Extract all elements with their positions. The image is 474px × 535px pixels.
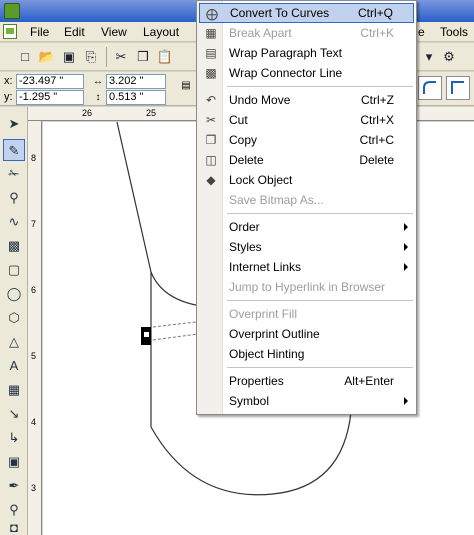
menu-jump-to-hyperlink[interactable]: Jump to Hyperlink in Browser: [199, 277, 414, 297]
submenu-arrow-icon: [404, 397, 408, 405]
menu-layout[interactable]: Layout: [143, 25, 179, 39]
crop-tool-icon[interactable]: ✁: [3, 163, 25, 185]
y-label: y:: [4, 91, 13, 103]
menu-object-hinting[interactable]: Object Hinting: [199, 344, 414, 364]
menu-internet-links[interactable]: Internet Links: [199, 257, 414, 277]
submenu-arrow-icon: [404, 263, 408, 271]
zoom-tool-icon[interactable]: ⚲: [3, 187, 25, 209]
menu-copy[interactable]: ❐ Copy Ctrl+C: [199, 130, 414, 150]
connector-tool-icon[interactable]: ↳: [3, 427, 25, 449]
ruler-v-number: 7: [31, 219, 37, 229]
document-icon[interactable]: [3, 24, 17, 39]
menu-view[interactable]: View: [101, 25, 127, 39]
vertical-ruler[interactable]: 8 7 6 5 4 3: [28, 121, 42, 535]
polygon-tool-icon[interactable]: ⬡: [3, 307, 25, 329]
options-icon[interactable]: ⚙: [440, 48, 458, 66]
menu-symbol[interactable]: Symbol: [199, 391, 414, 411]
menu-partial[interactable]: e: [418, 25, 425, 39]
menu-styles[interactable]: Styles: [199, 237, 414, 257]
menu-separator: [227, 213, 413, 214]
cut-icon[interactable]: ✂: [112, 48, 130, 66]
menu-convert-to-curves[interactable]: ⨁ Convert To Curves Ctrl+Q: [199, 3, 414, 23]
menu-separator: [227, 300, 413, 301]
corner-sharp-icon: [451, 81, 464, 94]
menu-order[interactable]: Order: [199, 217, 414, 237]
ruler-v-number: 8: [31, 153, 37, 163]
menu-tools[interactable]: Tools: [440, 25, 468, 39]
copy-icon[interactable]: ❐: [134, 48, 152, 66]
zoom-dropdown-icon[interactable]: ▾: [420, 48, 438, 66]
dimension-tool-icon[interactable]: ↘: [3, 403, 25, 425]
vector-shape-outline: [116, 121, 209, 308]
blend-tool-icon[interactable]: ▣: [3, 451, 25, 473]
table-tool-icon[interactable]: ▦: [3, 379, 25, 401]
break-apart-icon: ▦: [205, 26, 217, 40]
height-icon: ↕: [95, 92, 101, 103]
ruler-v-number: 6: [31, 285, 37, 295]
ruler-h-number: 26: [82, 108, 93, 118]
new-document-icon[interactable]: □: [16, 48, 34, 66]
trash-icon: ◫: [205, 153, 217, 167]
menu-delete[interactable]: ◫ Delete Delete: [199, 150, 414, 170]
toolbox: ➤ ✎ ✁ ⚲ ∿ ▩ ▢ ◯ ⬡ △ A ▦ ↘ ↳ ▣ ✒ ⚲ ◘: [0, 107, 28, 535]
copy-icon: ❐: [205, 133, 217, 147]
lock-ratio-icon[interactable]: ▤: [180, 80, 192, 92]
menu-cut[interactable]: ✂ Cut Ctrl+X: [199, 110, 414, 130]
wrap-text-icon: ▤: [205, 46, 217, 60]
menu-separator: [227, 367, 413, 368]
height-input[interactable]: 0.513 ": [106, 90, 166, 105]
submenu-arrow-icon: [404, 223, 408, 231]
app-logo-icon: [4, 3, 20, 19]
convert-curves-icon: ⨁: [206, 7, 218, 21]
menu-edit[interactable]: Edit: [64, 25, 85, 39]
corner-round-button[interactable]: [418, 76, 442, 100]
width-input[interactable]: 3.202 ": [106, 74, 166, 89]
text-tool-icon[interactable]: A: [3, 355, 25, 377]
open-folder-icon[interactable]: 📂: [38, 48, 56, 66]
lock-icon: ◆: [206, 173, 216, 187]
menu-file[interactable]: File: [30, 25, 49, 39]
menu-properties[interactable]: Properties Alt+Enter: [199, 371, 414, 391]
corner-round-icon: [423, 81, 436, 94]
ruler-v-number: 5: [31, 351, 37, 361]
shape-tool-icon[interactable]: ✎: [3, 139, 25, 161]
menu-undo-move[interactable]: ↶ Undo Move Ctrl+Z: [199, 90, 414, 110]
pick-tool-icon[interactable]: ➤: [3, 113, 25, 135]
menu-save-bitmap-as[interactable]: Save Bitmap As...: [199, 190, 414, 210]
menu-overprint-fill[interactable]: Overprint Fill: [199, 304, 414, 324]
y-position-input[interactable]: -1.295 ": [16, 90, 84, 105]
corner-sharp-button[interactable]: [446, 76, 470, 100]
menu-lock-object[interactable]: ◆ Lock Object: [199, 170, 414, 190]
width-icon: ↔: [93, 76, 103, 87]
toolbar-separator: [106, 47, 107, 67]
x-position-input[interactable]: -23.497 ": [16, 74, 84, 89]
menu-overprint-outline[interactable]: Overprint Outline: [199, 324, 414, 344]
ruler-h-number: 25: [146, 108, 157, 118]
menu-wrap-connector-line[interactable]: ▩ Wrap Connector Line: [199, 63, 414, 83]
submenu-arrow-icon: [404, 243, 408, 251]
menu-separator: [227, 86, 413, 87]
eyedropper-tool-icon[interactable]: ✒: [3, 475, 25, 497]
save-icon[interactable]: ▣: [60, 48, 78, 66]
rectangle-tool-icon[interactable]: ▢: [3, 259, 25, 281]
wrap-connector-icon: ▩: [205, 66, 217, 80]
fill-tool-icon[interactable]: ◘: [3, 517, 25, 535]
x-label: x:: [4, 75, 13, 87]
smart-fill-icon[interactable]: ▩: [3, 235, 25, 257]
print-icon[interactable]: ⎘: [82, 48, 100, 66]
paste-icon[interactable]: 📋: [156, 48, 174, 66]
scissors-icon: ✂: [205, 113, 217, 127]
menu-break-apart[interactable]: ▦ Break Apart Ctrl+K: [199, 23, 414, 43]
ruler-v-number: 4: [31, 417, 37, 427]
ruler-v-number: 3: [31, 483, 37, 493]
undo-icon: ↶: [205, 93, 217, 107]
context-menu: ⨁ Convert To Curves Ctrl+Q ▦ Break Apart…: [196, 0, 417, 415]
menu-wrap-paragraph-text[interactable]: ▤ Wrap Paragraph Text: [199, 43, 414, 63]
app-window: File Edit View Layout e Tools □ 📂 ▣ ⎘ ✂ …: [0, 0, 474, 535]
selection-node: [144, 332, 149, 337]
ellipse-tool-icon[interactable]: ◯: [3, 283, 25, 305]
freehand-tool-icon[interactable]: ∿: [3, 211, 25, 233]
basic-shapes-icon[interactable]: △: [3, 331, 25, 353]
